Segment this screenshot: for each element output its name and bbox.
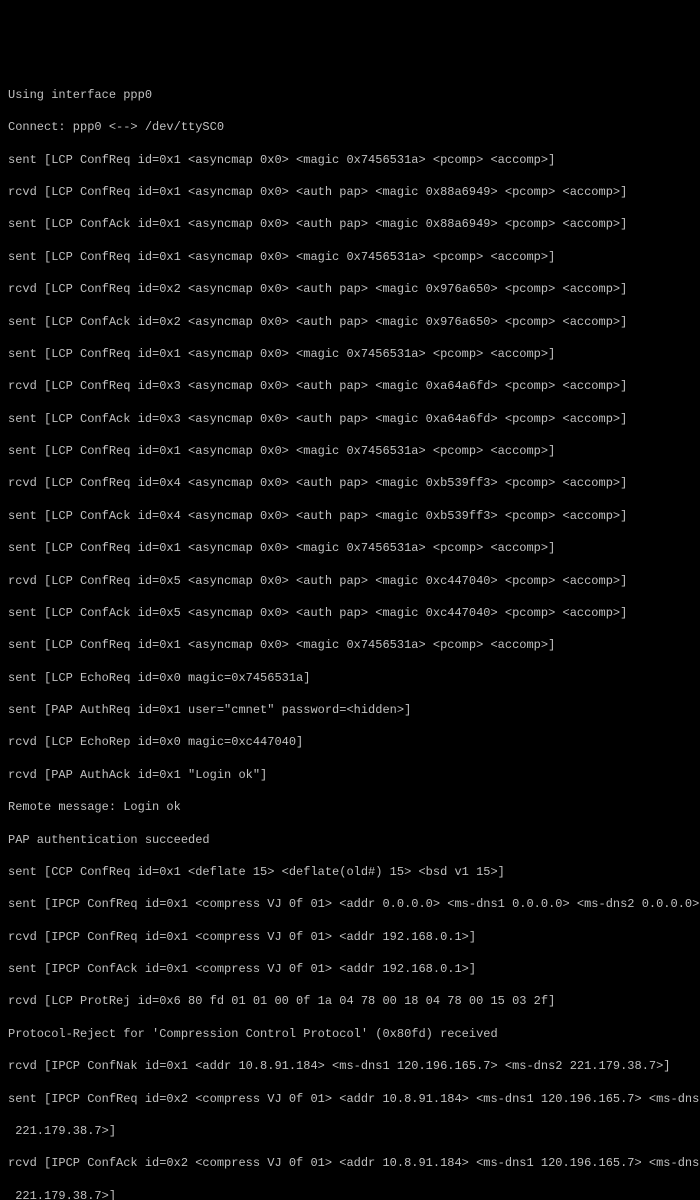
log-line: sent [IPCP ConfReq id=0x2 <compress VJ 0… [8,1091,692,1107]
log-line: rcvd [LCP ProtRej id=0x6 80 fd 01 01 00 … [8,993,692,1009]
log-line: sent [LCP ConfAck id=0x5 <asyncmap 0x0> … [8,605,692,621]
log-line: Protocol-Reject for 'Compression Control… [8,1026,692,1042]
log-line: Using interface ppp0 [8,87,692,103]
log-line: 221.179.38.7>] [8,1123,692,1139]
log-line: rcvd [IPCP ConfAck id=0x2 <compress VJ 0… [8,1155,692,1171]
log-line: sent [LCP ConfAck id=0x1 <asyncmap 0x0> … [8,216,692,232]
log-line: sent [LCP ConfAck id=0x2 <asyncmap 0x0> … [8,314,692,330]
log-line: rcvd [LCP ConfReq id=0x4 <asyncmap 0x0> … [8,475,692,491]
log-line: Remote message: Login ok [8,799,692,815]
log-line: 221.179.38.7>] [8,1188,692,1200]
log-line: sent [LCP ConfAck id=0x4 <asyncmap 0x0> … [8,508,692,524]
terminal-output: Using interface ppp0 Connect: ppp0 <--> … [8,71,692,1200]
log-line: sent [LCP ConfReq id=0x1 <asyncmap 0x0> … [8,540,692,556]
log-line: sent [LCP ConfReq id=0x1 <asyncmap 0x0> … [8,346,692,362]
log-line: sent [PAP AuthReq id=0x1 user="cmnet" pa… [8,702,692,718]
log-line: rcvd [IPCP ConfNak id=0x1 <addr 10.8.91.… [8,1058,692,1074]
log-line: Connect: ppp0 <--> /dev/ttySC0 [8,119,692,135]
log-line: sent [LCP ConfReq id=0x1 <asyncmap 0x0> … [8,443,692,459]
log-line: rcvd [LCP ConfReq id=0x3 <asyncmap 0x0> … [8,378,692,394]
log-line: rcvd [LCP ConfReq id=0x5 <asyncmap 0x0> … [8,573,692,589]
log-line: PAP authentication succeeded [8,832,692,848]
log-line: sent [IPCP ConfAck id=0x1 <compress VJ 0… [8,961,692,977]
log-line: sent [CCP ConfReq id=0x1 <deflate 15> <d… [8,864,692,880]
log-line: rcvd [LCP EchoRep id=0x0 magic=0xc447040… [8,734,692,750]
log-line: sent [LCP ConfReq id=0x1 <asyncmap 0x0> … [8,152,692,168]
log-line: sent [LCP ConfReq id=0x1 <asyncmap 0x0> … [8,249,692,265]
log-line: rcvd [LCP ConfReq id=0x2 <asyncmap 0x0> … [8,281,692,297]
log-line: rcvd [LCP ConfReq id=0x1 <asyncmap 0x0> … [8,184,692,200]
log-line: sent [LCP EchoReq id=0x0 magic=0x7456531… [8,670,692,686]
log-line: sent [LCP ConfAck id=0x3 <asyncmap 0x0> … [8,411,692,427]
log-line: sent [IPCP ConfReq id=0x1 <compress VJ 0… [8,896,692,912]
log-line: rcvd [PAP AuthAck id=0x1 "Login ok"] [8,767,692,783]
log-line: sent [LCP ConfReq id=0x1 <asyncmap 0x0> … [8,637,692,653]
log-line: rcvd [IPCP ConfReq id=0x1 <compress VJ 0… [8,929,692,945]
